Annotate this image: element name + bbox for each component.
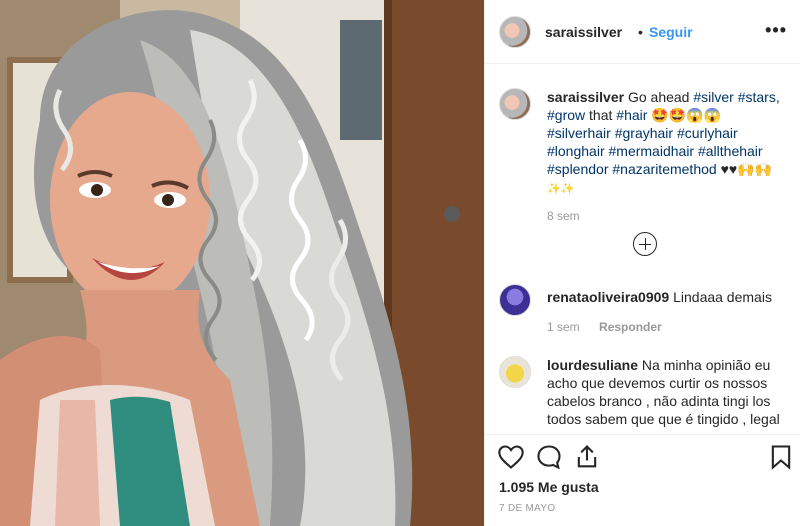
caption-emoji: 🤩🤩😱😱 xyxy=(651,107,722,123)
comment-text: renataoliveira0909 Lindaaa demais xyxy=(547,288,783,306)
hashtag-link[interactable]: #mermaidhair xyxy=(609,143,695,159)
hashtag-link[interactable]: #grayhair xyxy=(615,125,673,141)
post-side-panel: saraissilver • Seguir ••• saraissilver G… xyxy=(484,0,800,526)
author-username[interactable]: saraissilver xyxy=(545,24,622,40)
post-photo[interactable] xyxy=(0,0,484,526)
hashtag-link[interactable]: #grow xyxy=(547,107,585,123)
caption-emoji: ✨✨ xyxy=(547,183,575,195)
caption-time: 8 sem xyxy=(547,209,580,223)
hashtag-link[interactable]: #curlyhair xyxy=(677,125,738,141)
hashtag-link[interactable]: #nazaritemethod xyxy=(612,161,716,177)
likes-count[interactable]: 1.095 Me gusta xyxy=(499,479,599,495)
commenter-avatar[interactable] xyxy=(499,284,531,316)
comment-icon[interactable] xyxy=(535,443,563,471)
commenter-avatar[interactable] xyxy=(499,356,531,388)
comment-username[interactable]: lourdesuliane xyxy=(547,357,638,373)
caption-text: saraissilver Go ahead #silver #stars, #g… xyxy=(547,88,783,198)
reply-button[interactable]: Responder xyxy=(599,320,662,334)
post-header: saraissilver • Seguir ••• xyxy=(485,0,800,64)
share-icon[interactable] xyxy=(573,443,601,471)
hashtag-link[interactable]: #allthehair xyxy=(698,143,763,159)
follow-button[interactable]: Seguir xyxy=(649,24,693,40)
add-comment-icon[interactable] xyxy=(633,232,657,256)
caption-username[interactable]: saraissilver xyxy=(547,89,624,105)
caption-emoji: ♥♥🙌🙌 xyxy=(720,161,773,177)
caption-avatar[interactable] xyxy=(499,88,531,120)
heart-icon[interactable] xyxy=(497,443,525,471)
comment-text: lourdesuliane Na minha opinião eu acho q… xyxy=(547,356,783,428)
comment-meta: 1 sem Responder xyxy=(547,320,662,334)
author-avatar[interactable] xyxy=(499,16,531,48)
hashtag-link[interactable]: #silverhair xyxy=(547,125,611,141)
comment-username[interactable]: renataoliveira0909 xyxy=(547,289,669,305)
bookmark-icon[interactable] xyxy=(767,443,795,471)
comment-body: Lindaaa demais xyxy=(673,289,772,305)
hashtag-link[interactable]: #splendor xyxy=(547,161,609,177)
comments-list[interactable]: saraissilver Go ahead #silver #stars, #g… xyxy=(485,64,800,434)
hashtag-link[interactable]: #silver xyxy=(693,89,733,105)
hashtag-link[interactable]: #stars xyxy=(738,89,776,105)
comment-time: 1 sem xyxy=(547,320,580,334)
caption-intro: Go ahead xyxy=(627,89,690,105)
separator-dot: • xyxy=(638,24,643,40)
post-date: 7 DE MAYO xyxy=(499,503,556,514)
photo-illustration xyxy=(0,0,484,526)
caption-comma: , xyxy=(775,89,780,105)
post-actions: 1.095 Me gusta 7 DE MAYO xyxy=(485,434,800,526)
hashtag-link[interactable]: #hair xyxy=(616,107,647,123)
hashtag-link[interactable]: #longhair xyxy=(547,143,605,159)
more-icon[interactable]: ••• xyxy=(765,20,787,41)
caption-that: that xyxy=(589,107,613,123)
